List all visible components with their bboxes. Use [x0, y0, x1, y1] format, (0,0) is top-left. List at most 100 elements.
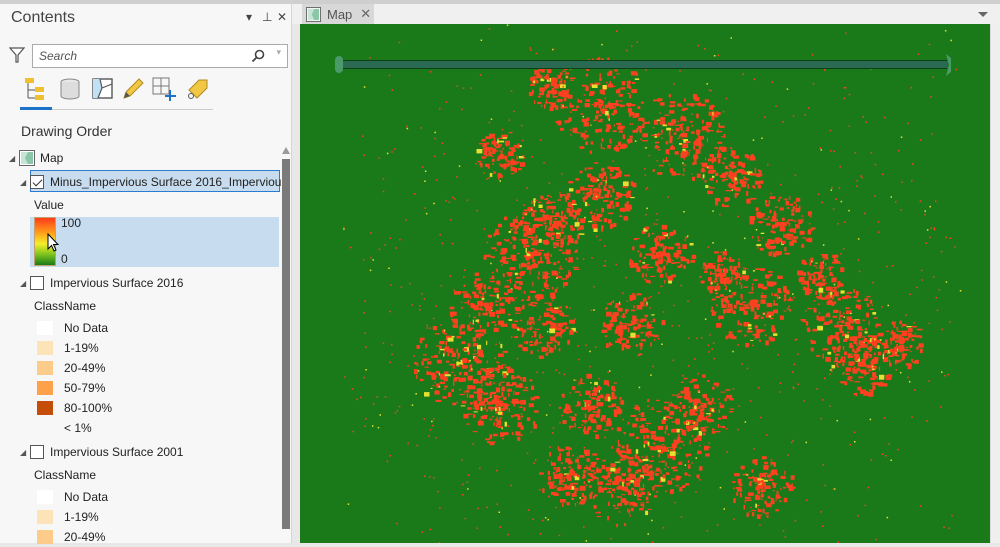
selection-icon[interactable] — [90, 76, 116, 102]
raster-cell — [493, 433, 498, 437]
raster-cell — [460, 359, 463, 365]
raster-cell — [400, 286, 403, 288]
raster-cell — [717, 129, 719, 133]
raster-cell — [343, 226, 345, 229]
raster-cell — [573, 266, 579, 269]
raster-cell — [915, 332, 916, 335]
snapping-icon[interactable] — [151, 76, 177, 102]
raster-cell — [438, 386, 441, 388]
raster-cell — [676, 395, 683, 399]
raster-cell — [519, 281, 523, 285]
layer-name: Minus_Impervious Surface 2016_Impervious — [50, 175, 288, 189]
filter-icon[interactable] — [9, 46, 25, 64]
raster-cell — [433, 155, 436, 158]
close-pane-button[interactable]: ✕ — [277, 10, 287, 24]
raster-cell — [736, 266, 741, 268]
pin-icon[interactable]: ⊥ — [262, 10, 272, 24]
raster-cell — [569, 188, 574, 192]
raster-cell — [718, 112, 721, 116]
pencil-icon[interactable] — [120, 76, 146, 102]
search-options-chevron-icon[interactable]: ▾ — [276, 47, 281, 58]
raster-cell — [486, 506, 488, 509]
layer-visibility-checkbox[interactable] — [30, 175, 44, 189]
raster-cell — [535, 72, 540, 74]
raster-cell — [677, 120, 679, 123]
raster-cell — [555, 506, 557, 509]
raster-cell — [501, 128, 504, 131]
raster-cell — [663, 259, 665, 261]
expand-arrow-icon[interactable]: ◢ — [20, 178, 30, 187]
raster-cell — [639, 260, 642, 263]
close-tab-icon[interactable]: ✕ — [360, 6, 371, 22]
raster-cell — [539, 532, 542, 535]
raster-cell — [682, 150, 685, 155]
scrollbar-thumb[interactable] — [282, 159, 290, 529]
raster-cell — [452, 359, 455, 361]
expand-arrow-icon[interactable]: ◢ — [20, 448, 30, 457]
raster-cell — [591, 103, 594, 106]
raster-cell — [496, 150, 498, 152]
time-slider-end-handle[interactable] — [944, 53, 954, 77]
raster-cell — [596, 516, 602, 517]
raster-cell — [615, 145, 618, 148]
expand-arrow-icon[interactable]: ◢ — [20, 279, 30, 288]
expand-arrow-icon[interactable]: ◢ — [9, 154, 19, 163]
tab-map[interactable]: Map ✕ — [302, 4, 374, 24]
search-icon[interactable] — [251, 49, 265, 63]
layer-visibility-checkbox[interactable] — [30, 276, 44, 290]
raster-cell — [524, 292, 526, 294]
tree-item-impervious-2016[interactable]: ◢ Impervious Surface 2016 — [20, 273, 183, 293]
raster-cell — [852, 336, 858, 340]
raster-cell — [743, 310, 748, 315]
map-view[interactable] — [300, 24, 990, 543]
time-slider-track[interactable] — [343, 60, 947, 69]
raster-cell — [539, 472, 544, 475]
raster-cell — [492, 149, 496, 155]
raster-cell — [591, 415, 595, 418]
raster-cell — [725, 277, 730, 282]
labeling-tag-icon[interactable] — [185, 76, 211, 102]
search-box[interactable]: ▾ — [32, 44, 288, 68]
raster-cell — [433, 477, 435, 479]
raster-cell — [529, 322, 532, 326]
data-source-icon[interactable] — [57, 76, 83, 102]
pane-options-button[interactable]: ▾ — [246, 10, 252, 24]
raster-cell — [407, 365, 409, 367]
raster-cell — [734, 304, 737, 309]
raster-cell — [538, 238, 542, 243]
tree-item-impervious-2001[interactable]: ◢ Impervious Surface 2001 — [20, 442, 183, 462]
raster-cell — [729, 265, 733, 271]
contents-scrollbar[interactable] — [282, 147, 290, 547]
raster-cell — [708, 400, 711, 406]
raster-cell — [629, 94, 632, 99]
search-input[interactable] — [39, 49, 249, 63]
raster-cell — [787, 484, 793, 488]
tab-list-chevron-icon[interactable] — [978, 12, 988, 17]
raster-cell — [764, 324, 766, 326]
raster-cell — [549, 446, 551, 448]
raster-cell — [490, 256, 495, 259]
raster-cell — [671, 325, 673, 327]
layer-visibility-checkbox[interactable] — [30, 445, 44, 459]
tree-item-map[interactable]: ◢ Map — [9, 148, 63, 168]
raster-cell — [563, 286, 565, 288]
raster-cell — [897, 330, 903, 332]
scroll-up-arrow-icon[interactable] — [282, 147, 290, 154]
raster-cell — [699, 276, 702, 278]
raster-cell — [926, 229, 929, 231]
raster-cell — [759, 247, 764, 251]
raster-cell — [770, 459, 773, 461]
raster-cell — [676, 242, 681, 246]
raster-cell — [833, 256, 836, 262]
raster-cell — [488, 121, 491, 124]
raster-cell — [398, 41, 401, 44]
raster-cell — [866, 312, 869, 318]
legend-swatch — [37, 401, 53, 415]
drawing-order-icon[interactable] — [23, 76, 49, 102]
raster-cell — [656, 410, 662, 413]
raster-cell — [543, 78, 545, 80]
time-slider-start-handle[interactable] — [335, 56, 343, 73]
raster-cell — [542, 519, 544, 522]
raster-cell — [527, 261, 530, 265]
tree-item-minus-layer[interactable]: ◢ Minus_Impervious Surface 2016_Impervio… — [20, 172, 287, 192]
